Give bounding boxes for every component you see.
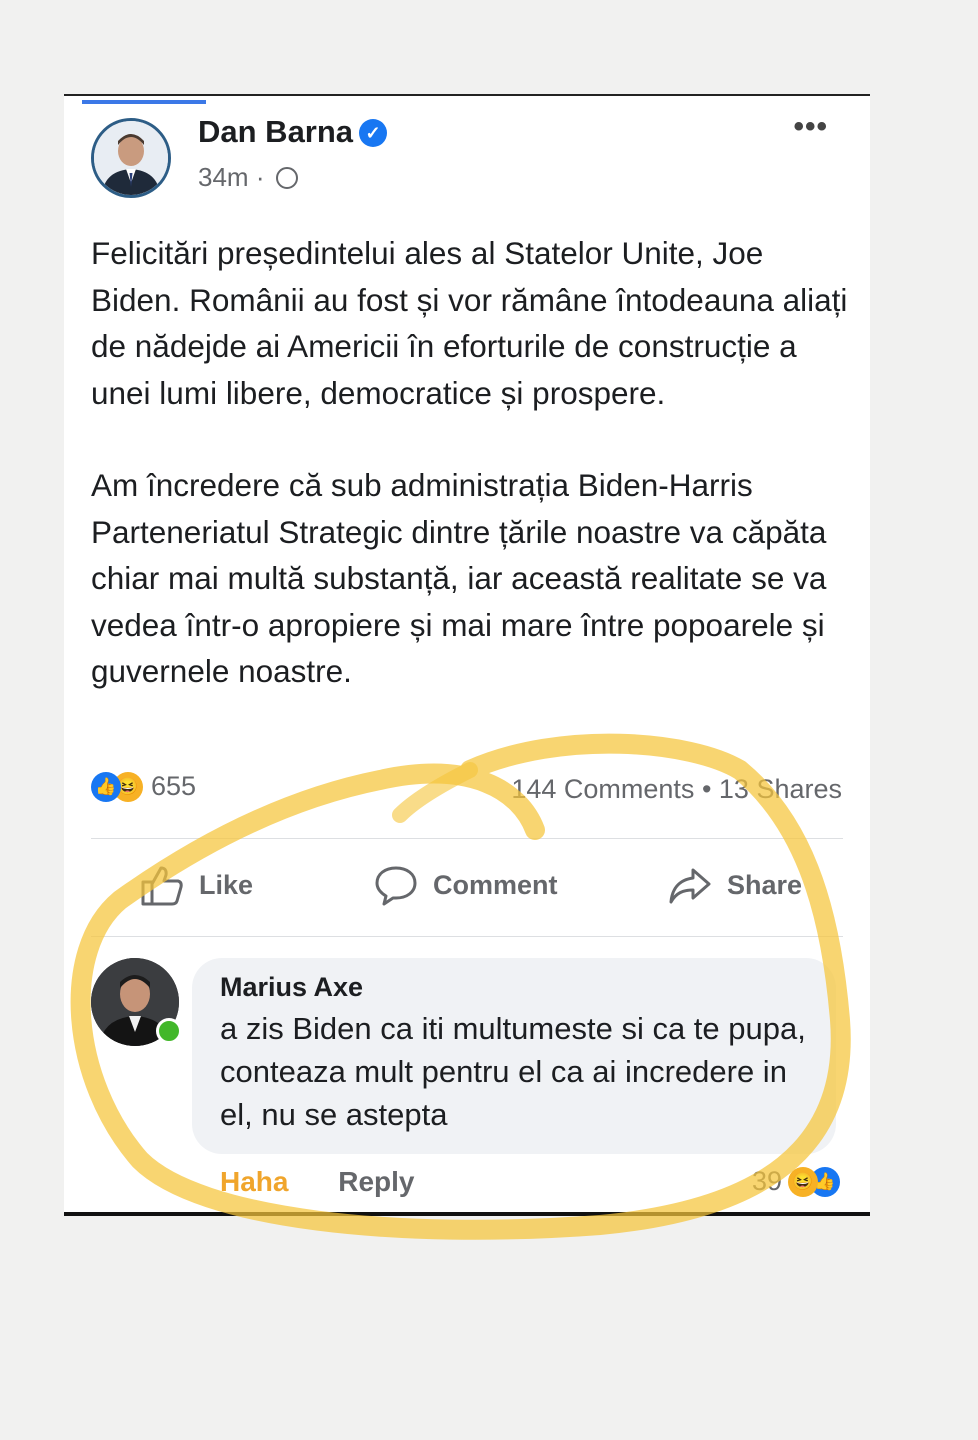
author-name-row: Dan Barna ✓ (198, 114, 388, 150)
shares-count[interactable]: 13 Shares (719, 774, 842, 804)
post-paragraph-1: Felicitări președintelui ales al Statelo… (91, 235, 848, 411)
action-bar: Like Comment Share (91, 862, 843, 918)
globe-icon (275, 167, 298, 189)
like-reaction-icon: 👍 (91, 771, 121, 802)
author-name[interactable]: Dan Barna (198, 114, 353, 149)
comment-reply-button[interactable]: Reply (338, 1166, 414, 1197)
comment-label: Comment (433, 869, 558, 900)
comment-haha-icon: 😆 (788, 1166, 818, 1197)
stats-separator: • (701, 774, 712, 804)
divider-top (91, 838, 843, 839)
meta-separator: · (255, 162, 265, 192)
comment-button[interactable]: Comment (373, 862, 558, 908)
comment-text: a zis Biden ca iti multumeste si ca te p… (220, 1011, 806, 1132)
comment-reactions[interactable]: 39 😆 👍 (752, 1166, 840, 1197)
top-accent-bar (82, 100, 206, 104)
comment-icon (375, 866, 417, 906)
post-body: Felicitări președintelui ales al Statelo… (91, 230, 861, 741)
verified-icon: ✓ (359, 119, 388, 147)
reaction-summary[interactable]: 👍😆 655 (91, 770, 196, 802)
online-status-dot (156, 1018, 182, 1044)
share-button[interactable]: Share (667, 862, 802, 908)
commenter-name[interactable]: Marius Axe (220, 972, 808, 1003)
author-avatar[interactable] (91, 118, 171, 198)
comment-reaction-count: 39 (751, 1166, 782, 1196)
post-card: Dan Barna ✓ 34m · ••• Felicitări președin… (64, 94, 870, 1216)
comment-bubble: Marius Axe a zis Biden ca iti multumeste… (192, 958, 836, 1154)
comments-count[interactable]: 144 Comments (511, 774, 694, 804)
like-button[interactable]: Like (139, 862, 253, 908)
post-meta: 34m · (198, 162, 298, 193)
share-icon (669, 868, 711, 904)
more-icon[interactable]: ••• (793, 110, 828, 144)
post-time[interactable]: 34m (198, 162, 249, 192)
share-label: Share (727, 869, 803, 900)
thumbs-up-icon (141, 866, 183, 906)
like-label: Like (199, 869, 254, 900)
comment-actions: Haha Reply (220, 1166, 415, 1198)
post-paragraph-2: Am încredere că sub administrația Biden-… (91, 467, 827, 689)
reaction-count: 655 (151, 771, 197, 802)
comment-haha-button[interactable]: Haha (220, 1166, 288, 1197)
divider-bottom (91, 936, 843, 937)
engagement-stats: 144 Comments • 13 Shares (511, 774, 842, 805)
